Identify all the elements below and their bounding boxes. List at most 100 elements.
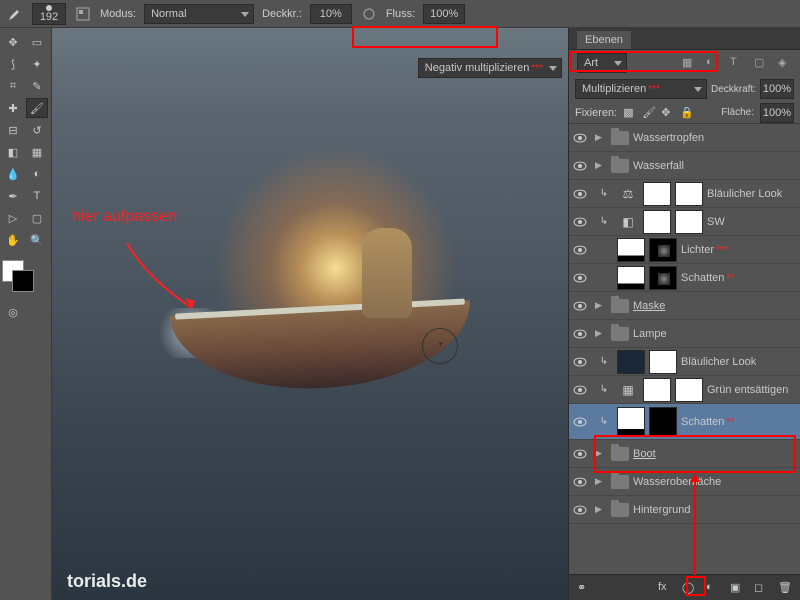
path-tool[interactable]: ▷ (2, 208, 24, 228)
layer-row[interactable]: ▶ Wassertropfen (569, 124, 800, 152)
fx-icon[interactable]: fx (658, 581, 672, 595)
lock-position-icon[interactable]: ✥ (661, 106, 674, 119)
pen-tool[interactable]: ✒ (2, 186, 24, 206)
lock-pixels-icon[interactable]: 🖌 (642, 106, 655, 119)
mask-icon[interactable]: ◯ (682, 581, 696, 595)
fold-icon[interactable]: ▶ (595, 476, 607, 487)
visibility-toggle[interactable] (569, 449, 591, 459)
quickmask-toggle[interactable]: ◎ (2, 302, 24, 322)
layer-thumb[interactable] (643, 210, 671, 234)
layer-thumb[interactable] (617, 266, 645, 290)
shape-tool[interactable]: ▢ (26, 208, 48, 228)
layer-mask-thumb[interactable] (649, 350, 677, 374)
filter-adjust-icon[interactable]: ◐ (706, 56, 720, 70)
eraser-tool[interactable]: ◧ (2, 142, 24, 162)
layer-name[interactable]: Hintergrund (633, 504, 796, 516)
fold-icon[interactable]: ▶ (595, 504, 607, 515)
visibility-toggle[interactable] (569, 273, 591, 283)
visibility-toggle[interactable] (569, 301, 591, 311)
layer-row[interactable]: ▶ Wasseroberfläche (569, 468, 800, 496)
fill-field[interactable]: 100% (760, 103, 794, 123)
layer-list[interactable]: ▶Wassertropfen▶Wasserfall↳⚖Bläulicher Lo… (569, 124, 800, 574)
layer-row[interactable]: ↳Schatten** (569, 404, 800, 440)
visibility-toggle[interactable] (569, 417, 591, 427)
eyedropper-tool[interactable]: ✎ (26, 76, 48, 96)
layer-name[interactable]: Bläulicher Look (707, 188, 796, 200)
brush-preset[interactable]: 192 (32, 3, 66, 25)
layer-row[interactable]: ↳▦Grün entsättigen (569, 376, 800, 404)
lock-all-icon[interactable]: 🔒 (680, 106, 693, 119)
color-swatches[interactable] (2, 260, 34, 292)
group-icon[interactable]: ▣ (730, 581, 744, 595)
visibility-toggle[interactable] (569, 245, 591, 255)
layer-row[interactable]: ▶Maske (569, 292, 800, 320)
visibility-toggle[interactable] (569, 161, 591, 171)
layer-mask-thumb[interactable] (675, 182, 703, 206)
layer-row[interactable]: ▶ Wasserfall (569, 152, 800, 180)
canvas[interactable]: hier aufpassen Negativ multiplizieren***… (52, 28, 568, 600)
layer-thumb[interactable] (643, 182, 671, 206)
history-brush-tool[interactable]: ↺ (26, 120, 48, 140)
layer-row[interactable]: ▶ Hintergrund (569, 496, 800, 524)
layer-name[interactable]: Lichter*** (681, 244, 796, 256)
move-tool[interactable]: ✥ (2, 32, 24, 52)
layer-mask-thumb[interactable] (675, 378, 703, 402)
layer-name[interactable]: Wassertropfen (633, 132, 796, 144)
blend-mode-dropdown[interactable]: Multiplizieren*** (575, 79, 707, 99)
layer-row[interactable]: Lichter*** (569, 236, 800, 264)
layer-name[interactable]: Bläulicher Look (681, 356, 796, 368)
tab-layers[interactable]: Ebenen (577, 31, 631, 49)
layer-opacity-field[interactable]: 100% (760, 79, 794, 99)
visibility-toggle[interactable] (569, 477, 591, 487)
layer-mask-thumb[interactable] (649, 407, 677, 437)
layer-mask-thumb[interactable] (649, 266, 677, 290)
layer-mask-thumb[interactable] (675, 210, 703, 234)
layer-name[interactable]: Wasseroberfläche (633, 476, 796, 488)
visibility-toggle[interactable] (569, 189, 591, 199)
layer-row[interactable]: Schatten** (569, 264, 800, 292)
brush-panel-toggle-icon[interactable] (74, 5, 92, 23)
visibility-toggle[interactable] (569, 505, 591, 515)
layer-name[interactable]: Lampe (633, 328, 796, 340)
layer-row[interactable]: ↳◧SW (569, 208, 800, 236)
crop-tool[interactable]: ⌗ (2, 76, 24, 96)
layer-name[interactable]: SW (707, 216, 796, 228)
blur-tool[interactable]: 💧 (2, 164, 24, 184)
gradient-tool[interactable]: ▦ (26, 142, 48, 162)
layer-row[interactable]: ↳Bläulicher Look (569, 348, 800, 376)
zoom-tool[interactable]: 🔍 (26, 230, 48, 250)
layer-thumb[interactable] (643, 378, 671, 402)
stamp-tool[interactable]: ⊟ (2, 120, 24, 140)
heal-tool[interactable]: ✚ (2, 98, 24, 118)
pressure-opacity-icon[interactable] (360, 5, 378, 23)
fold-icon[interactable]: ▶ (595, 160, 607, 171)
layer-name[interactable]: Schatten** (681, 272, 796, 284)
new-layer-icon[interactable]: ◻ (754, 581, 768, 595)
mode-dropdown[interactable]: Normal (144, 4, 254, 24)
layer-name[interactable]: Grün entsättigen (707, 384, 796, 396)
layer-name[interactable]: Wasserfall (633, 160, 796, 172)
flow-field[interactable]: 100% (423, 4, 465, 24)
link-layers-icon[interactable]: ⚭ (577, 581, 591, 595)
layer-row[interactable]: ▶Boot (569, 440, 800, 468)
opacity-field[interactable]: 10% (310, 4, 352, 24)
dodge-tool[interactable]: ◐ (26, 164, 48, 184)
type-tool[interactable]: T (26, 186, 48, 206)
layer-row[interactable]: ▶ Lampe (569, 320, 800, 348)
layer-name[interactable]: Schatten** (681, 416, 796, 428)
adjustment-icon[interactable]: ◐ (706, 581, 720, 595)
fold-icon[interactable]: ▶ (595, 300, 607, 311)
fold-icon[interactable]: ▶ (595, 328, 607, 339)
filter-shape-icon[interactable]: ▢ (754, 56, 768, 70)
visibility-toggle[interactable] (569, 133, 591, 143)
canvas-blend-dropdown[interactable]: Negativ multiplizieren*** (418, 58, 562, 78)
brush-tool[interactable]: 🖌 (26, 98, 48, 118)
lock-transparent-icon[interactable]: ▩ (623, 106, 636, 119)
layer-thumb[interactable] (617, 407, 645, 437)
filter-smart-icon[interactable]: ◈ (778, 56, 792, 70)
layer-mask-thumb[interactable] (649, 238, 677, 262)
fold-icon[interactable]: ▶ (595, 132, 607, 143)
delete-icon[interactable]: 🗑 (778, 581, 792, 595)
layer-thumb[interactable] (617, 238, 645, 262)
layer-thumb[interactable] (617, 350, 645, 374)
